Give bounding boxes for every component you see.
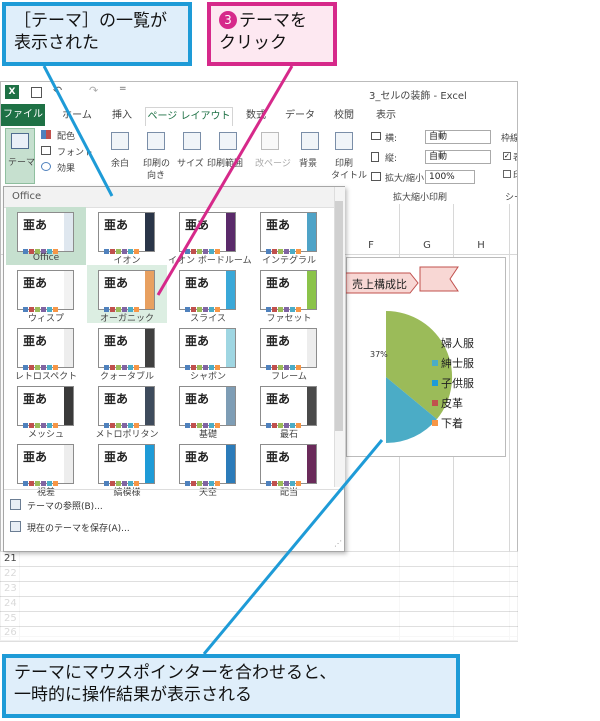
callout-connector-lines <box>42 65 384 655</box>
